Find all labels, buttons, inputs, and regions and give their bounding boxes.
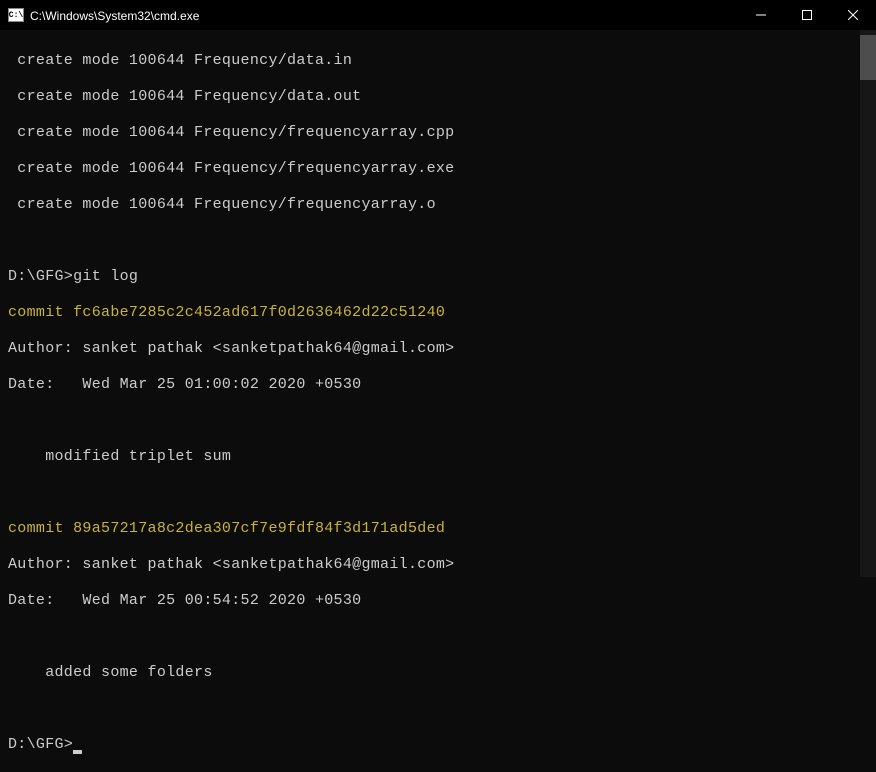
commit-author-line: Author: sanket pathak <sanketpathak64@gm… bbox=[8, 340, 868, 358]
prompt-command: git log bbox=[73, 268, 138, 285]
close-icon bbox=[848, 10, 858, 20]
prompt-path: D:\GFG> bbox=[8, 268, 73, 285]
commit-hash-line: commit fc6abe7285c2c452ad617f0d2636462d2… bbox=[8, 304, 868, 322]
output-line bbox=[8, 232, 868, 250]
output-line bbox=[8, 412, 868, 430]
close-button[interactable] bbox=[830, 0, 876, 30]
window-controls bbox=[738, 0, 876, 30]
output-line: create mode 100644 Frequency/frequencyar… bbox=[8, 124, 868, 142]
prompt-path: D:\GFG> bbox=[8, 736, 73, 753]
window-title: C:\Windows\System32\cmd.exe bbox=[30, 8, 738, 23]
window-titlebar[interactable]: C:\ C:\Windows\System32\cmd.exe bbox=[0, 0, 876, 30]
commit-message-line: added some folders bbox=[8, 664, 868, 682]
maximize-icon bbox=[802, 10, 812, 20]
output-line: create mode 100644 Frequency/frequencyar… bbox=[8, 160, 868, 178]
minimize-icon bbox=[756, 10, 766, 20]
commit-author-line: Author: sanket pathak <sanketpathak64@gm… bbox=[8, 556, 868, 574]
cmd-icon: C:\ bbox=[8, 8, 24, 22]
prompt-line: D:\GFG>git log bbox=[8, 268, 868, 286]
maximize-button[interactable] bbox=[784, 0, 830, 30]
commit-message-line: modified triplet sum bbox=[8, 448, 868, 466]
output-line: create mode 100644 Frequency/data.in bbox=[8, 52, 868, 70]
cursor bbox=[73, 750, 82, 754]
output-line: create mode 100644 Frequency/frequencyar… bbox=[8, 196, 868, 214]
prompt-line: D:\GFG> bbox=[8, 736, 868, 754]
minimize-button[interactable] bbox=[738, 0, 784, 30]
commit-date-line: Date: Wed Mar 25 01:00:02 2020 +0530 bbox=[8, 376, 868, 394]
output-line: create mode 100644 Frequency/data.out bbox=[8, 88, 868, 106]
commit-date-line: Date: Wed Mar 25 00:54:52 2020 +0530 bbox=[8, 592, 868, 610]
output-line bbox=[8, 700, 868, 718]
commit-hash-line: commit 89a57217a8c2dea307cf7e9fdf84f3d17… bbox=[8, 520, 868, 538]
output-line bbox=[8, 628, 868, 646]
terminal-output[interactable]: create mode 100644 Frequency/data.in cre… bbox=[0, 30, 876, 577]
scrollbar-track[interactable] bbox=[860, 30, 876, 577]
scrollbar-thumb[interactable] bbox=[860, 35, 876, 80]
output-line bbox=[8, 484, 868, 502]
